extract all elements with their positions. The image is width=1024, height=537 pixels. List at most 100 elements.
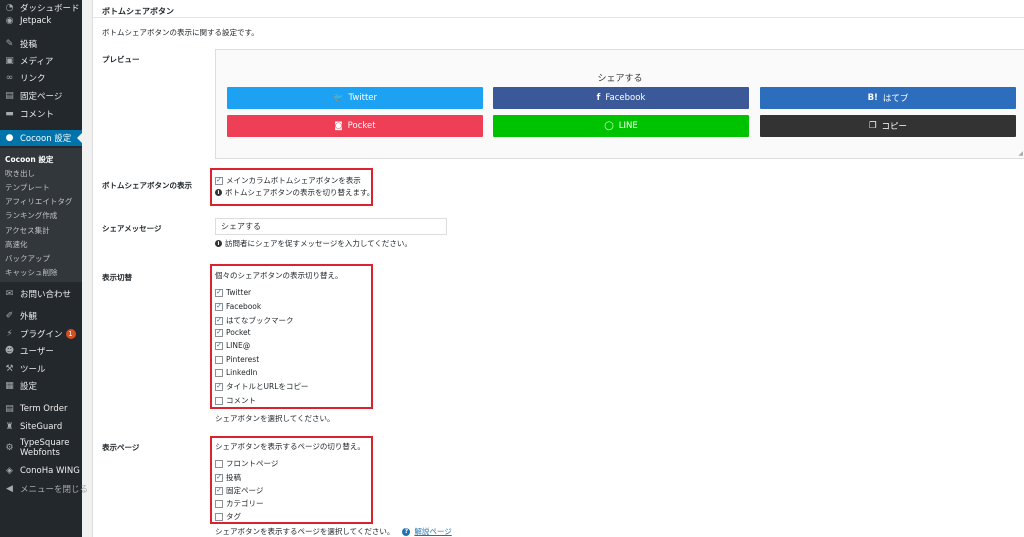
submenu-item-access-stats[interactable]: アクセス集計	[5, 225, 50, 236]
conoha-icon: ◈	[6, 466, 13, 476]
display-checkbox[interactable]	[215, 176, 223, 185]
checkbox[interactable]	[215, 288, 223, 297]
sidebar-item-label: 固定ページ	[20, 92, 63, 102]
sidebar-item-label: ユーザー	[20, 347, 54, 357]
submenu-item-balloon[interactable]: 吹き出し	[5, 168, 35, 179]
sidebar-item-plugins[interactable]: ⚡ プラグイン 1	[0, 326, 82, 342]
toggle-item-pocket[interactable]: Pocket	[215, 328, 251, 337]
pages-item-tag[interactable]: タグ	[215, 511, 241, 522]
checkbox-label: コメント	[226, 396, 256, 405]
checkbox[interactable]	[215, 486, 223, 495]
submenu-item-cache-delete[interactable]: キャッシュ削除	[5, 267, 58, 278]
sidebar-item-label: ConoHa WING	[20, 466, 80, 476]
toggle-item-facebook[interactable]: Facebook	[215, 302, 261, 311]
sidebar-item-label: メディア	[20, 57, 54, 67]
toggle-footer: シェアボタンを選択してください。	[215, 414, 335, 423]
checkbox-label: はてなブックマーク	[226, 316, 294, 325]
settings-icon: ▦	[5, 381, 14, 391]
toggle-item-line[interactable]: LINE@	[215, 341, 250, 350]
sidebar-item-tools[interactable]: ⚒ ツール	[0, 361, 82, 377]
sidebar-item-term-order[interactable]: ▤ Term Order	[0, 401, 82, 417]
sidebar-item-cocoon-settings[interactable]: ● Cocoon 設定	[0, 130, 82, 146]
share-button-line[interactable]: ◯ LINE	[493, 115, 749, 137]
section-description: ボトムシェアボタンの表示に関する設定です。	[102, 28, 259, 37]
toggle-item-hatena[interactable]: はてなブックマーク	[215, 315, 294, 326]
checkbox-label: 投稿	[226, 473, 241, 482]
checkbox[interactable]	[215, 368, 223, 377]
link-icon: ∞	[5, 73, 14, 83]
sidebar-item-posts[interactable]: ✎ 投稿	[0, 36, 82, 52]
sidebar-item-siteguard[interactable]: ♜ SiteGuard	[0, 419, 82, 435]
sidebar-item-jetpack[interactable]: ◉ Jetpack	[0, 13, 82, 29]
checkbox[interactable]	[215, 382, 223, 391]
share-button-hatena[interactable]: B! はてブ	[760, 87, 1016, 109]
display-note: i ボトムシェアボタンの表示を切り替えます。	[215, 187, 374, 198]
share-button-label: LINE	[618, 121, 638, 131]
checkbox-label: LINE@	[226, 341, 251, 350]
toggle-item-comment[interactable]: コメント	[215, 395, 256, 406]
collapse-menu-button[interactable]: ◀ メニューを閉じる	[0, 481, 88, 497]
pages-item-category[interactable]: カテゴリー	[215, 498, 264, 509]
sidebar-item-conoha-wing[interactable]: ◈ ConoHa WING	[0, 463, 82, 479]
sidebar-item-media[interactable]: ▣ メディア	[0, 53, 82, 69]
toggle-item-twitter[interactable]: Twitter	[215, 288, 251, 297]
submenu-item-cocoon-settings[interactable]: Cocoon 設定	[5, 154, 53, 165]
checkbox[interactable]	[215, 302, 223, 311]
siteguard-icon: ♜	[5, 422, 14, 432]
checkbox[interactable]	[215, 512, 223, 521]
sidebar-item-label: Jetpack	[20, 16, 52, 26]
checkbox[interactable]	[215, 473, 223, 482]
toggle-item-linkedin[interactable]: LinkedIn	[215, 368, 257, 377]
media-icon: ▣	[5, 56, 14, 66]
checkbox[interactable]	[215, 328, 223, 337]
checkbox[interactable]	[215, 316, 223, 325]
section-title: ボトムシェアボタン	[102, 7, 174, 16]
sidebar-item-label: ツール	[20, 365, 46, 375]
submenu-item-template[interactable]: テンプレート	[5, 182, 50, 193]
submenu-item-ranking[interactable]: ランキング作成	[5, 210, 57, 221]
submenu-item-backup[interactable]: バックアップ	[5, 253, 50, 264]
display-checkbox-row[interactable]: メインカラムボトムシェアボタンを表示	[215, 175, 361, 186]
checkbox-label: メインカラムボトムシェアボタンを表示	[226, 176, 361, 185]
submenu-item-speedup[interactable]: 高速化	[5, 239, 28, 250]
checkbox-label: 固定ページ	[226, 486, 264, 495]
resize-grip-icon[interactable]: ◢	[1018, 150, 1023, 157]
share-button-copy[interactable]: ❐ コピー	[760, 115, 1016, 137]
checkbox-label: カテゴリー	[226, 499, 264, 508]
plugin-update-badge: 1	[65, 329, 76, 339]
share-message-input[interactable]	[215, 218, 447, 235]
sidebar-item-label: 外観	[20, 312, 38, 322]
share-button-label: Facebook	[605, 93, 646, 103]
info-icon: i	[215, 189, 222, 196]
share-button-twitter[interactable]: 🐦 Twitter	[227, 87, 483, 109]
toggle-item-pinterest[interactable]: Pinterest	[215, 355, 259, 364]
checkbox[interactable]	[215, 499, 223, 508]
pages-item-front[interactable]: フロントページ	[215, 458, 278, 469]
sidebar-item-settings[interactable]: ▦ 設定	[0, 378, 82, 394]
sidebar-item-contact[interactable]: ✉ お問い合わせ	[0, 286, 82, 302]
checkbox[interactable]	[215, 341, 223, 350]
sidebar-item-links[interactable]: ∞ リンク	[0, 70, 82, 86]
sidebar-item-typesquare[interactable]: ⚙ TypeSquare Webfonts	[0, 437, 82, 459]
help-icon[interactable]: ?	[402, 527, 411, 536]
checkbox[interactable]	[215, 396, 223, 405]
sidebar-item-pages[interactable]: ▤ 固定ページ	[0, 88, 82, 104]
checkbox[interactable]	[215, 459, 223, 468]
collapse-icon: ◀	[6, 484, 13, 494]
sidebar-item-label: Cocoon 設定	[20, 134, 72, 144]
submenu-item-affiliate-tag[interactable]: アフィリエイトタグ	[5, 196, 72, 207]
checkbox[interactable]	[215, 355, 223, 364]
sidebar-item-users[interactable]: ☻ ユーザー	[0, 343, 82, 359]
checkbox-label: LinkedIn	[226, 368, 258, 377]
share-button-pocket[interactable]: ◙ Pocket	[227, 115, 483, 137]
pages-item-page[interactable]: 固定ページ	[215, 485, 263, 496]
pin-icon: ✎	[5, 39, 14, 49]
help-page-link[interactable]: 解説ページ	[414, 526, 451, 537]
sidebar-item-appearance[interactable]: ✐ 外観	[0, 308, 82, 324]
pages-intro: シェアボタンを表示するページの切り替え。	[215, 442, 365, 451]
sidebar-item-comments[interactable]: ▬ コメント	[0, 106, 82, 122]
pages-item-post[interactable]: 投稿	[215, 472, 241, 483]
display-note-text: ボトムシェアボタンの表示を切り替えます。	[225, 188, 375, 197]
toggle-item-copy[interactable]: タイトルとURLをコピー	[215, 381, 308, 392]
share-button-facebook[interactable]: f Facebook	[493, 87, 749, 109]
